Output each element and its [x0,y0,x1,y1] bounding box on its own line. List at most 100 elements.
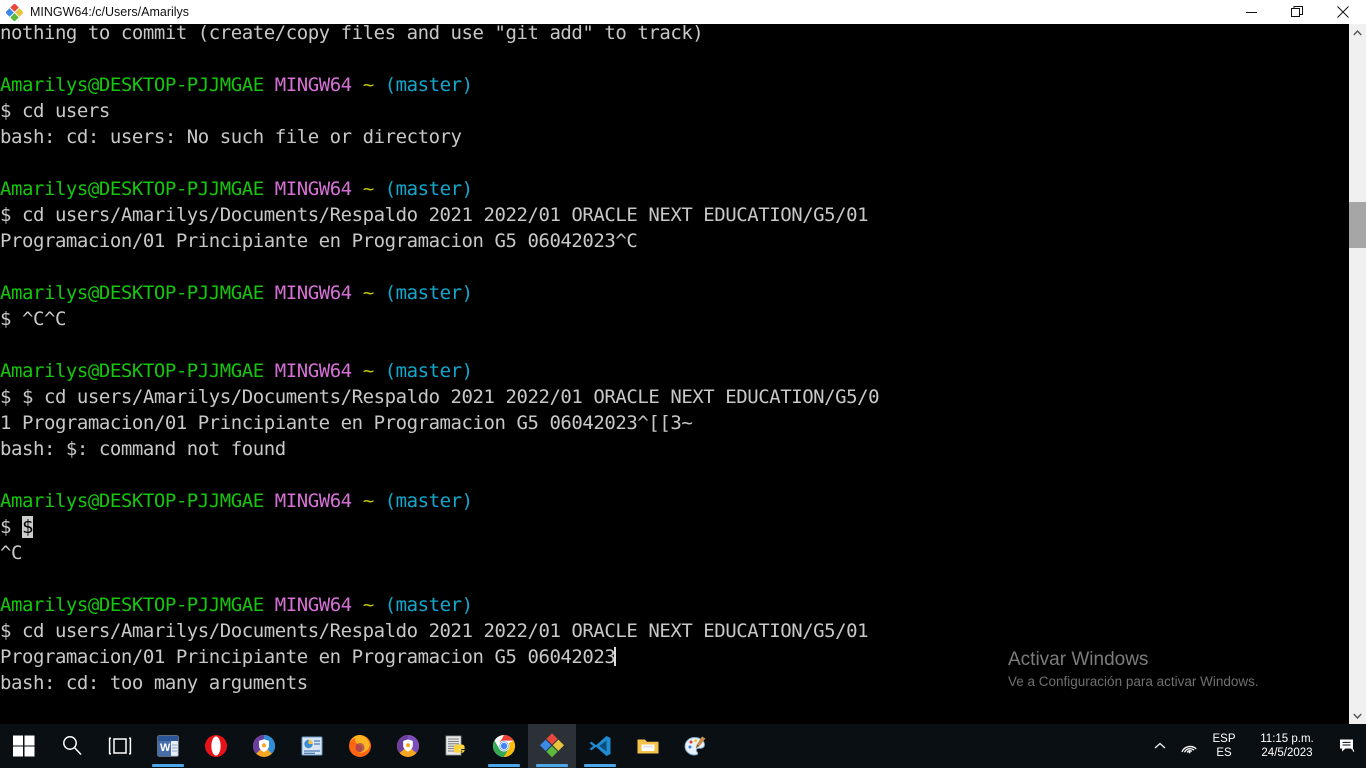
firefox-icon [349,735,371,757]
terminal-text-line: bash: cd: too many arguments [0,672,308,694]
minimize-button[interactable] [1228,0,1274,24]
terminal-cursor: $ [21,516,33,538]
terminal-text-line: 1 Programacion/01 Principiante en Progra… [0,412,693,434]
prompt-user-host: Amarilys@DESKTOP-PJJMGAE [0,74,264,96]
terminal-text-line: Programacion/01 Principiante en Programa… [0,230,638,252]
taskbar-active-indicator [488,764,520,767]
file-explorer-icon [637,739,659,754]
terminal-cursor-line: $ $ [0,516,33,538]
tray-network-button[interactable] [1174,724,1204,768]
paint-icon [684,736,706,756]
prompt-user-host: Amarilys@DESKTOP-PJJMGAE [0,178,264,200]
taskbar-chrome[interactable] [480,724,528,768]
vscode-icon [589,736,611,756]
terminal-prompt-line: Amarilys@DESKTOP-PJJMGAE MINGW64 ~ (mast… [0,592,1349,618]
prompt-branch: (master) [384,282,473,304]
system-tray: ESP ES 11:15 p.m. 24/5/2023 [1146,724,1366,768]
terminal-prompt-line: Amarilys@DESKTOP-PJJMGAE MINGW64 ~ (mast… [0,176,1349,202]
prompt-path: ~ [362,594,374,616]
terminal-prompt-line: Amarilys@DESKTOP-PJJMGAE MINGW64 ~ (mast… [0,72,1349,98]
windows-logo-icon [13,735,35,757]
taskbar-active-indicator [584,764,616,767]
prompt-branch: (master) [384,594,473,616]
tray-clock[interactable]: 11:15 p.m. 24/5/2023 [1244,724,1330,768]
taskbar-vscode[interactable] [576,724,624,768]
opera-icon [205,735,227,757]
prompt-branch: (master) [384,74,473,96]
avast-shield-icon [252,734,276,757]
terminal-prompt-line: Amarilys@DESKTOP-PJJMGAE MINGW64 ~ (mast… [0,280,1349,306]
windows-taskbar: W ESP ES 11:15 p.m. 24/5/2023 [0,724,1366,768]
scroll-down-button[interactable] [1349,707,1366,724]
powerpoint-icon [301,736,323,756]
taskbar-word[interactable]: W [144,724,192,768]
taskbar-paint[interactable] [672,724,720,768]
taskbar-active-indicator [536,764,568,767]
task-view-button[interactable] [96,724,144,768]
close-button[interactable] [1320,0,1366,24]
taskbar-items: W [0,724,720,768]
terminal-scrollbar[interactable] [1349,24,1366,724]
word-icon: W [157,735,179,757]
task-view-icon [108,737,132,755]
title-bar-left: MINGW64:/c/Users/Amarilys [0,3,1228,21]
scroll-up-button[interactable] [1349,24,1366,41]
terminal-text-line: bash: cd: users: No such file or directo… [0,126,462,148]
clock-time: 11:15 p.m. [1260,733,1314,745]
taskbar-avg[interactable] [384,724,432,768]
chrome-icon [493,735,515,757]
tray-language-indicator[interactable]: ESP ES [1204,724,1244,768]
prompt-branch: (master) [384,490,473,512]
taskbar-avast[interactable] [240,724,288,768]
start-button[interactable] [0,724,48,768]
terminal-text-line: nothing to commit (create/copy files and… [0,24,704,44]
window-title-bar[interactable]: MINGW64:/c/Users/Amarilys [0,0,1366,24]
terminal-lines: nothing to commit (create/copy files and… [0,24,1349,696]
python-idle-icon [445,735,465,756]
prompt-shell: MINGW64 [274,74,352,96]
taskbar-powerpoint[interactable] [288,724,336,768]
prompt-branch: (master) [384,178,473,200]
window-title: MINGW64:/c/Users/Amarilys [30,5,190,19]
prompt-shell: MINGW64 [274,594,352,616]
tray-notifications-button[interactable] [1330,724,1364,768]
prompt-user-host: Amarilys@DESKTOP-PJJMGAE [0,360,264,382]
taskbar-file-explorer[interactable] [624,724,672,768]
search-button[interactable] [48,724,96,768]
prompt-user-host: Amarilys@DESKTOP-PJJMGAE [0,282,264,304]
terminal-text-line: $ cd users/Amarilys/Documents/Respaldo 2… [0,620,869,642]
prompt-user-host: Amarilys@DESKTOP-PJJMGAE [0,594,264,616]
prompt-path: ~ [362,360,374,382]
terminal-prompt-line: Amarilys@DESKTOP-PJJMGAE MINGW64 ~ (mast… [0,488,1349,514]
terminal-text-line: $ cd users [0,100,110,122]
search-icon [63,736,82,756]
terminal-output-area[interactable]: nothing to commit (create/copy files and… [0,24,1349,724]
notification-icon [1340,739,1355,752]
taskbar-python-idle[interactable] [432,724,480,768]
terminal-text-line: $ $ cd users/Amarilys/Documents/Respaldo… [0,386,880,408]
taskbar-opera[interactable] [192,724,240,768]
scrollbar-thumb[interactable] [1349,202,1366,248]
prompt-shell: MINGW64 [274,178,352,200]
prompt-path: ~ [362,74,374,96]
terminal-text-line: bash: $: command not found [0,438,286,460]
terminal-text-line: ^C [0,542,22,564]
prompt-shell: MINGW64 [274,490,352,512]
prompt-path: ~ [362,282,374,304]
tray-expand-button[interactable] [1146,724,1174,768]
taskbar-git-bash[interactable] [528,724,576,768]
git-bash-icon [539,733,565,758]
taskbar-firefox[interactable] [336,724,384,768]
chevron-up-icon [1154,742,1166,749]
terminal-caret [614,647,617,666]
taskbar-active-indicator [152,764,184,767]
desktop-screen: MINGW64:/c/Users/Amarilys nothing to com… [0,0,1366,768]
mingw-diamond-icon [6,3,23,21]
restore-button[interactable] [1274,0,1320,24]
clock-date: 24/5/2023 [1261,747,1313,759]
